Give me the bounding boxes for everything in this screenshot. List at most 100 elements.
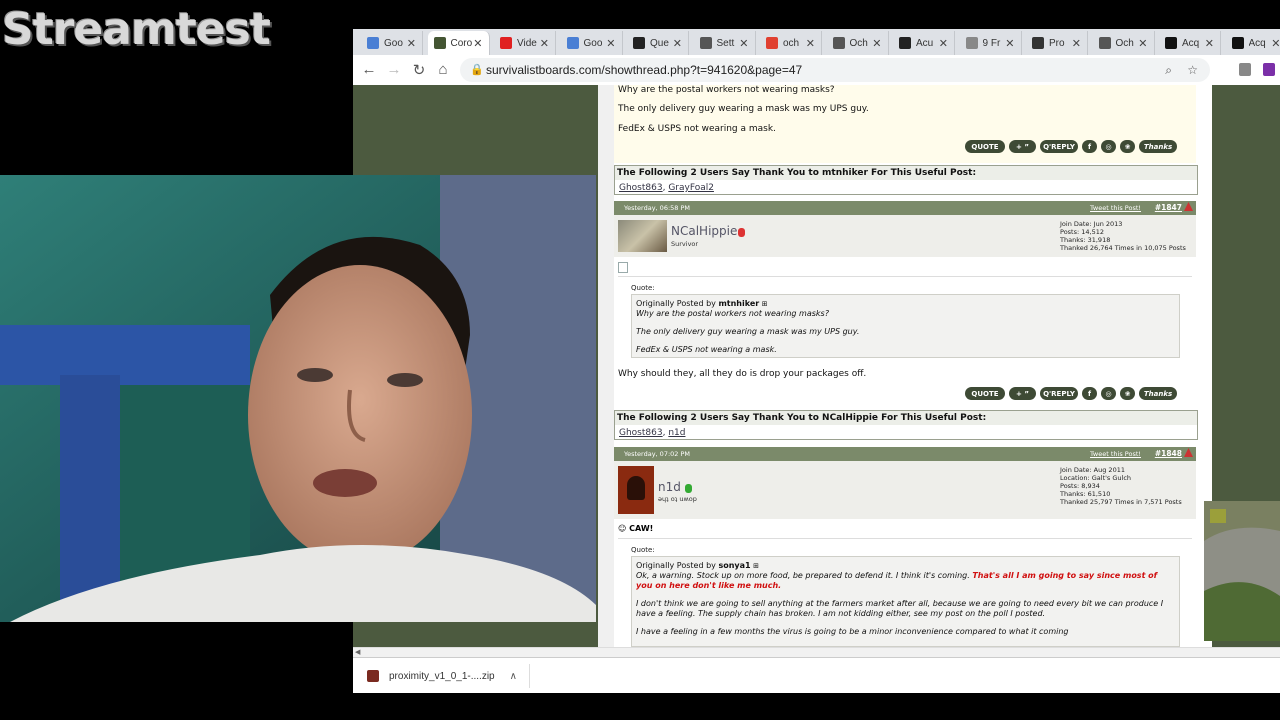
tab-6[interactable]: och ✕ <box>760 31 822 55</box>
chevron-up-icon[interactable]: ∧ <box>510 671 517 682</box>
post-number-link[interactable]: #1848 <box>1155 449 1182 458</box>
zoom-icon[interactable]: ⌕ <box>1165 58 1172 82</box>
close-icon[interactable]: ✕ <box>939 37 948 50</box>
thanks-button[interactable]: Thanks <box>1139 387 1177 400</box>
quote-line: The only delivery guy wearing a mask was… <box>636 327 860 336</box>
view-post-icon[interactable]: ⊞ <box>762 300 768 308</box>
close-icon[interactable]: ✕ <box>872 37 881 50</box>
user-link[interactable]: Ghost863 <box>619 183 663 193</box>
facebook-share-icon[interactable]: f <box>1082 140 1097 153</box>
username-link[interactable]: NCalHippie <box>671 224 737 238</box>
tab-2[interactable]: Vide ✕ <box>494 31 556 55</box>
quote-line: Ok, a warning. Stock up on more food, be… <box>636 571 970 580</box>
tab-4[interactable]: Que ✕ <box>627 31 689 55</box>
close-icon[interactable]: ✕ <box>1005 37 1014 50</box>
bookmark-star-icon[interactable]: ☆ <box>1187 58 1198 82</box>
tab-label: Och <box>849 37 868 49</box>
post-timestamp: Yesterday, 06:58 PM <box>624 204 691 212</box>
tab-label: Goo <box>583 37 603 49</box>
tab-label: och <box>783 37 800 49</box>
post-number-link[interactable]: #1847 <box>1155 203 1182 212</box>
username-link[interactable]: n1d <box>658 480 681 494</box>
share-icon-2[interactable]: ❀ <box>1120 387 1135 400</box>
reload-button[interactable]: ↻ <box>410 61 428 79</box>
location: Location: Galt's Gulch <box>1060 474 1132 482</box>
tab-5[interactable]: Sett ✕ <box>694 31 756 55</box>
tweet-link[interactable]: Tweet this Post! <box>1090 450 1141 458</box>
stream-title-overlay: Streamtest <box>2 4 271 55</box>
user-link[interactable]: n1d <box>668 428 685 438</box>
home-button[interactable]: ⌂ <box>434 61 452 78</box>
tab-12[interactable]: Acq ✕ <box>1159 31 1221 55</box>
quote-line: Why are the postal workers not wearing m… <box>636 309 829 318</box>
tab-1[interactable]: Coro ✕ <box>427 31 490 55</box>
report-icon[interactable] <box>1184 448 1193 457</box>
quote-button[interactable]: QUOTE <box>965 140 1005 153</box>
back-button[interactable]: ← <box>360 61 378 78</box>
close-icon[interactable]: ✕ <box>473 37 482 50</box>
user-stats: Join Date: Jun 2013 Posts: 14,512 Thanks… <box>1060 220 1186 252</box>
download-item[interactable]: proximity_v1_0_1-....zip ∧ <box>361 664 530 688</box>
tab-11[interactable]: Och ✕ <box>1093 31 1155 55</box>
post-header: Yesterday, 06:58 PM Tweet this Post! #18… <box>614 201 1196 215</box>
post-1846-body: Why are the postal workers not wearing m… <box>614 85 1196 163</box>
tab-8[interactable]: Acu ✕ <box>893 31 955 55</box>
thanks-users: Ghost863, GrayFoal2 <box>619 183 714 193</box>
tab-label: 9 Fr <box>982 37 1001 49</box>
thanks-count: Thanks: 61,510 <box>1060 490 1111 498</box>
avatar[interactable] <box>618 220 667 252</box>
tweet-link[interactable]: Tweet this Post! <box>1090 204 1141 212</box>
offline-status-icon <box>738 228 745 237</box>
close-icon[interactable]: ✕ <box>806 37 815 50</box>
tab-13[interactable]: Acq ✕ <box>1226 31 1280 55</box>
close-icon[interactable]: ✕ <box>407 37 416 50</box>
close-icon[interactable]: ✕ <box>1138 37 1147 50</box>
tab-9[interactable]: 9 Fr ✕ <box>960 31 1022 55</box>
tab-10[interactable]: Pro ✕ <box>1026 31 1088 55</box>
quick-reply-button[interactable]: Q'REPLY <box>1040 140 1078 153</box>
close-icon[interactable]: ✕ <box>1072 37 1081 50</box>
close-icon[interactable]: ✕ <box>1271 37 1280 50</box>
google-docs-icon <box>566 37 579 49</box>
question-icon <box>633 37 645 49</box>
multiquote-button[interactable]: + ” <box>1009 387 1036 400</box>
user-link[interactable]: GrayFoal2 <box>668 183 714 193</box>
avatar[interactable] <box>618 466 654 514</box>
quote-line: FedEx & USPS not wearing a mask. <box>636 345 777 354</box>
extension-icon-purple[interactable] <box>1263 63 1275 76</box>
report-icon[interactable] <box>1184 202 1193 211</box>
tab-0[interactable]: Goo ✕ <box>361 31 423 55</box>
view-post-icon[interactable]: ⊞ <box>753 562 759 570</box>
post-timestamp: Yesterday, 07:02 PM <box>624 450 691 458</box>
post-buttons: QUOTE + ” Q'REPLY f ◎ ❀ Thanks <box>965 387 1177 400</box>
forward-button[interactable]: → <box>385 61 403 78</box>
close-icon[interactable]: ✕ <box>606 37 615 50</box>
quote-prefix: Originally Posted by <box>636 299 716 308</box>
thanks-count: Thanks: 31,918 <box>1060 236 1111 244</box>
close-icon[interactable]: ✕ <box>673 37 682 50</box>
quote-label: Quote: <box>631 284 655 292</box>
tab-label: Vide <box>517 37 537 49</box>
quick-reply-button[interactable]: Q'REPLY <box>1040 387 1078 400</box>
post-count: Posts: 8,934 <box>1060 482 1100 490</box>
close-icon[interactable]: ✕ <box>1205 37 1214 50</box>
post-title: ☺ CAW! <box>618 524 653 533</box>
share-icon[interactable]: ◎ <box>1101 387 1116 400</box>
address-bar[interactable]: 🔒 survivalistboards.com/showthread.php?t… <box>460 58 1210 82</box>
close-icon[interactable]: ✕ <box>739 37 748 50</box>
share-icon[interactable]: ◎ <box>1101 140 1116 153</box>
tab-label: Pro <box>1049 37 1065 49</box>
tab-7[interactable]: Och ✕ <box>827 31 889 55</box>
user-link[interactable]: Ghost863 <box>619 428 663 438</box>
post-count: Posts: 14,512 <box>1060 228 1104 236</box>
quote-button[interactable]: QUOTE <box>965 387 1005 400</box>
extension-icon[interactable] <box>1239 63 1251 76</box>
scroll-left-icon[interactable]: ◀ <box>355 648 360 656</box>
share-icon-2[interactable]: ❀ <box>1120 140 1135 153</box>
user-stats: Join Date: Aug 2011 Location: Galt's Gul… <box>1060 466 1182 506</box>
close-icon[interactable]: ✕ <box>540 37 549 50</box>
thanks-button[interactable]: Thanks <box>1139 140 1177 153</box>
tab-3[interactable]: Goo ✕ <box>561 31 623 55</box>
multiquote-button[interactable]: + ” <box>1009 140 1036 153</box>
facebook-share-icon[interactable]: f <box>1082 387 1097 400</box>
